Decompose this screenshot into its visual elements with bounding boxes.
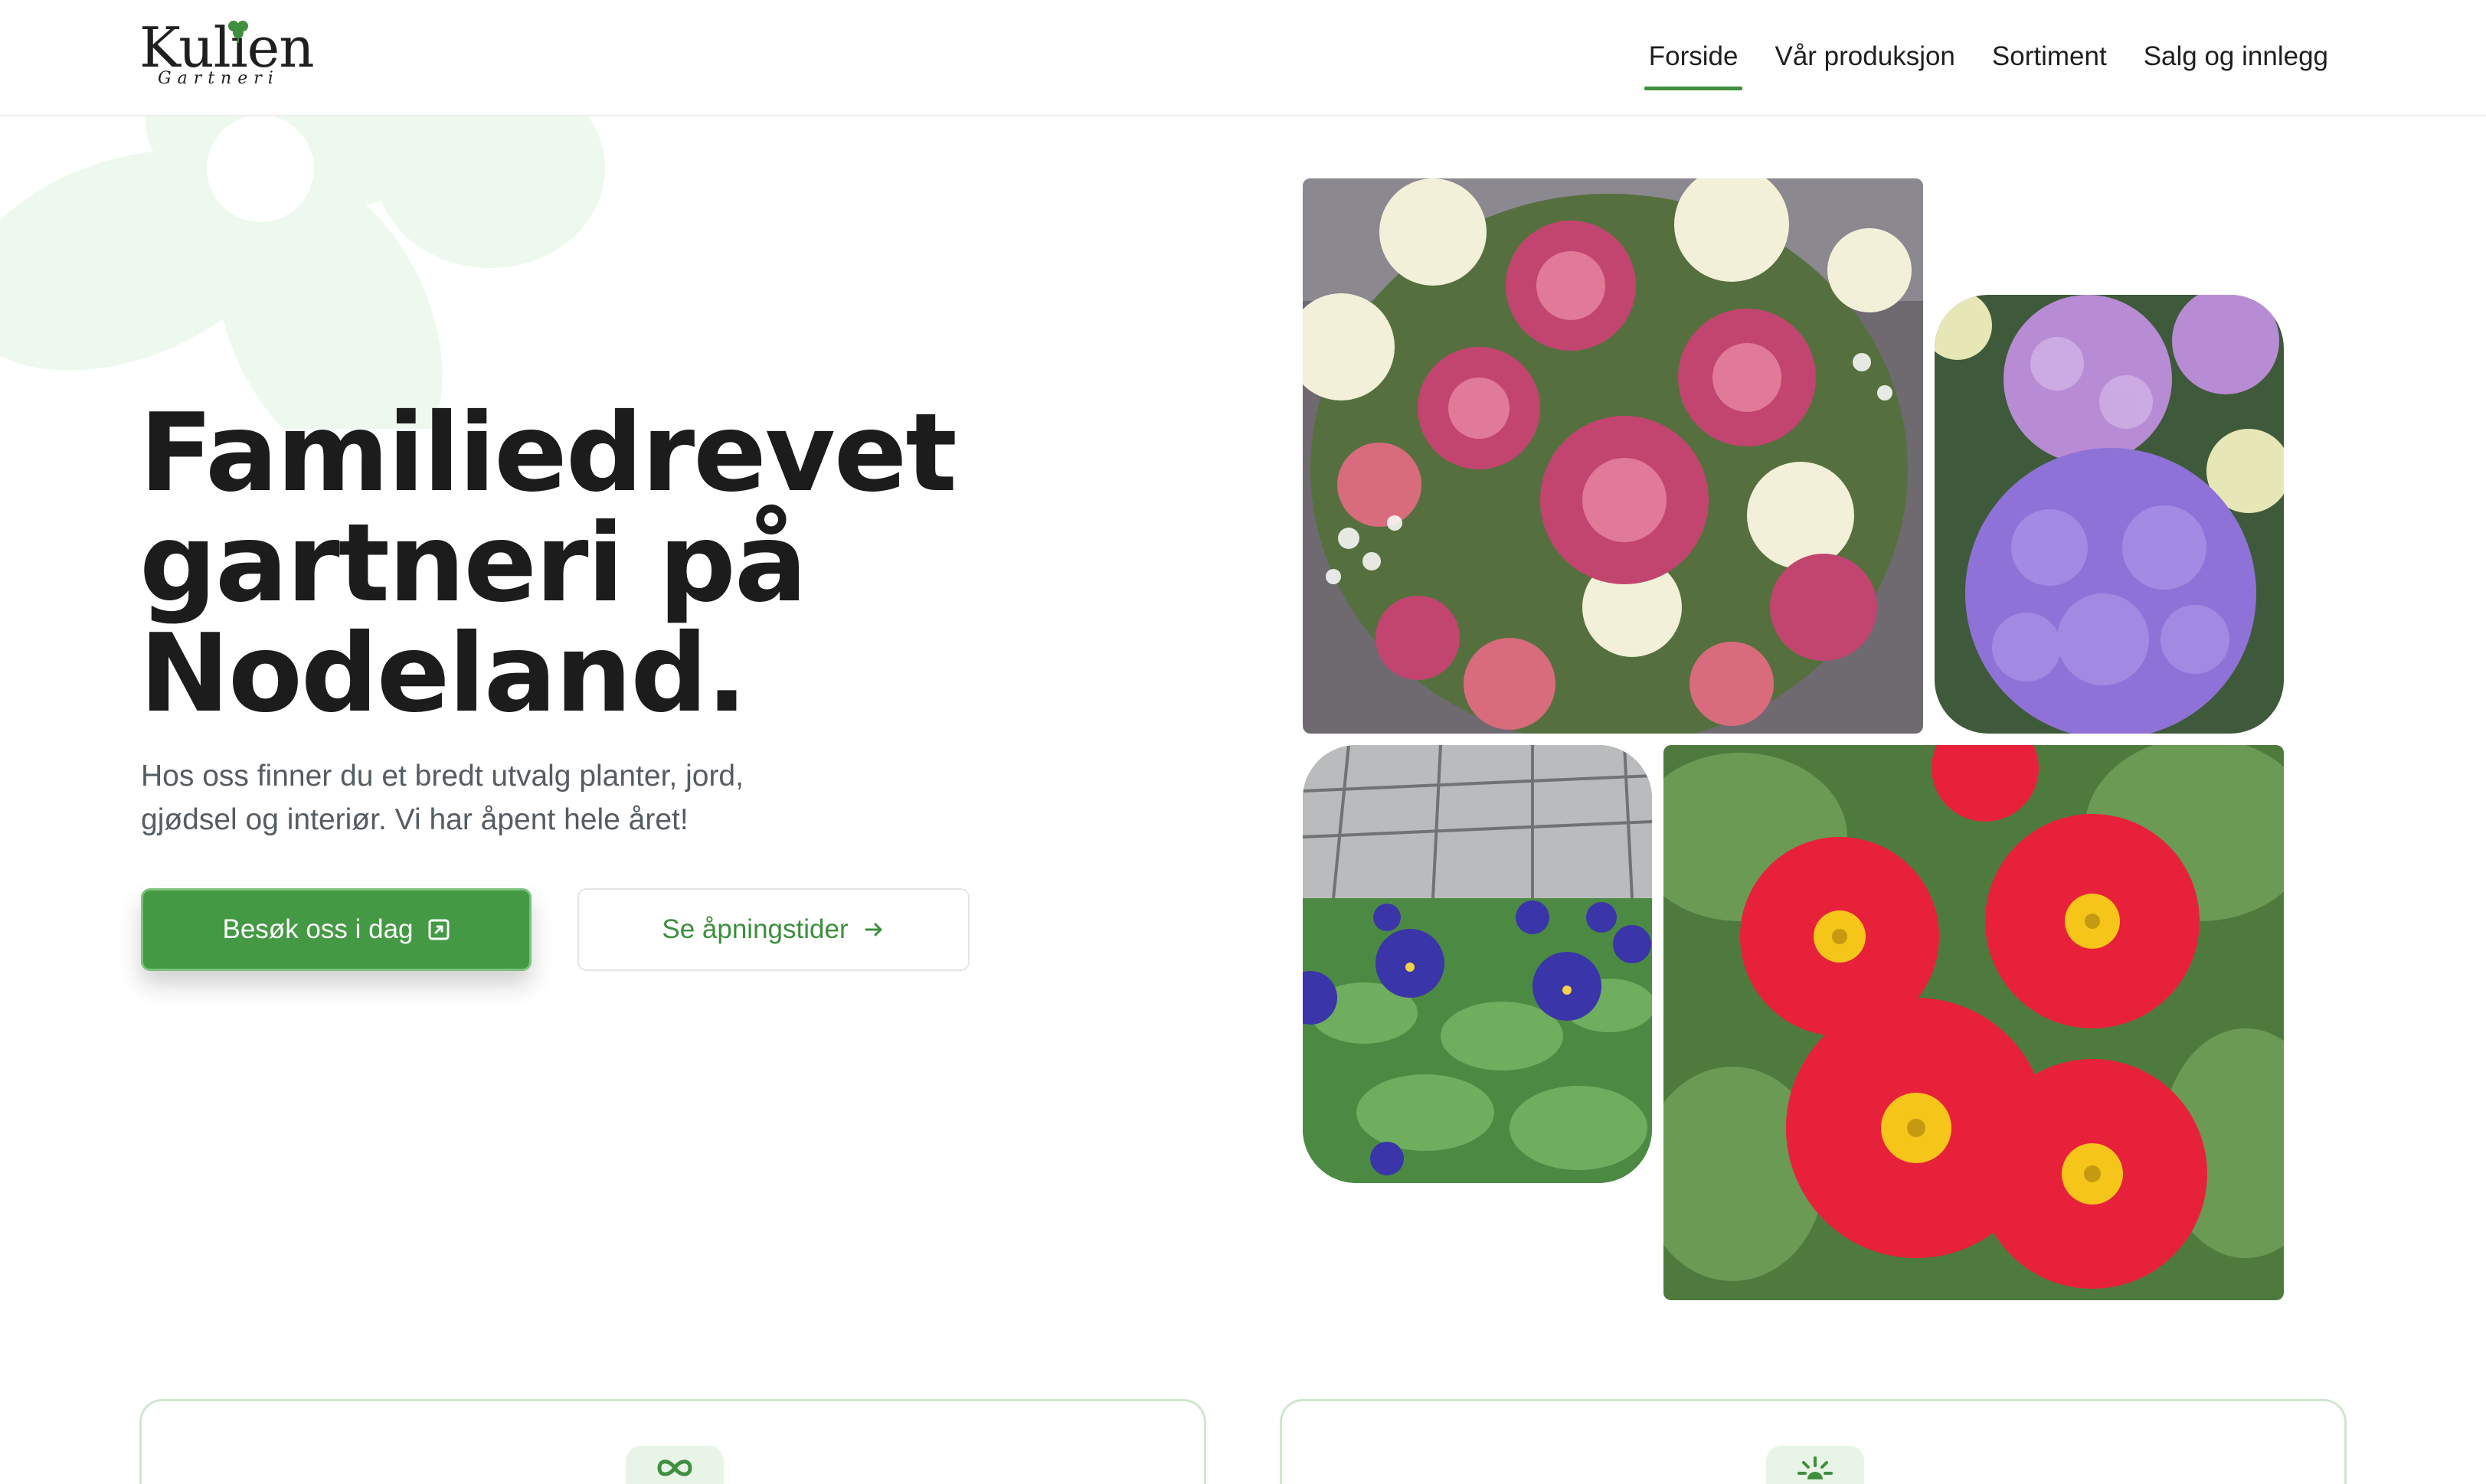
sun-icon <box>1797 1456 1833 1479</box>
photo-hydrangea <box>1935 295 2284 734</box>
hero-title-line-3: Nodeland. <box>139 611 747 737</box>
clover-icon <box>228 21 248 43</box>
photo-bouquet <box>1303 178 1923 734</box>
hero-subtitle-line-1: Hos oss finner du et bredt utvalg plante… <box>141 760 744 793</box>
site-header: Kulien Gartneri Forside Vår produksjon S… <box>0 0 2486 116</box>
arrow-right-icon <box>865 923 882 936</box>
hero-title-line-1: Familiedrevet <box>139 391 957 516</box>
hero-title-line-2: gartneri på <box>139 501 807 626</box>
nav-item-sortiment[interactable]: Sortiment <box>1992 41 2107 83</box>
hero-title: Familiedrevet gartneri på Nodeland. <box>139 398 1135 729</box>
feature-card-2-icon-box <box>1766 1446 1864 1484</box>
opening-hours-button-label: Se åpningstider <box>662 914 849 944</box>
logo[interactable]: Kulien Gartneri <box>139 20 323 96</box>
hero-subtitle: Hos oss finner du et bredt utvalg plante… <box>141 754 876 842</box>
logo-subtitle: Gartneri <box>158 69 280 88</box>
feature-card-2 <box>1280 1399 2347 1484</box>
photo-primula <box>1663 745 2284 1300</box>
feature-card-1-icon-box <box>626 1446 724 1484</box>
decorative-flower-shape <box>0 77 605 429</box>
main-nav: Forside Vår produksjon Sortiment Salg og… <box>1644 41 2328 90</box>
nav-item-salg-og-innlegg[interactable]: Salg og innlegg <box>2144 41 2328 83</box>
nav-item-forside[interactable]: Forside <box>1644 41 1743 90</box>
external-link-icon <box>428 919 449 940</box>
hero-subtitle-line-2: gjødsel og interiør. Vi har åpent hele å… <box>141 803 689 836</box>
visit-us-button-label: Besøk oss i dag <box>222 914 414 944</box>
opening-hours-button[interactable]: Se åpningstider <box>577 888 970 971</box>
photo-pansies <box>1303 745 1652 1183</box>
visit-us-button[interactable]: Besøk oss i dag <box>141 888 532 971</box>
nav-item-var-produksjon[interactable]: Vår produksjon <box>1775 41 1954 83</box>
feature-card-1 <box>139 1399 1206 1484</box>
infinity-icon <box>657 1459 692 1476</box>
